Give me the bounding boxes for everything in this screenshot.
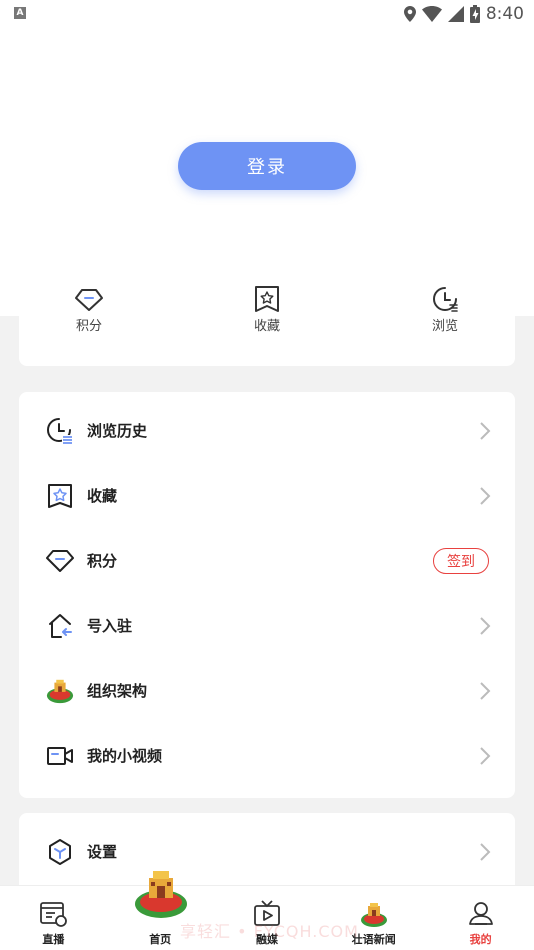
star-bookmark-icon	[255, 286, 279, 312]
menu-item-label: 收藏	[87, 487, 118, 505]
menu-item-label: 我的小视频	[87, 747, 163, 765]
quick-link-label: 积分	[75, 319, 102, 334]
logo-emblem-icon	[46, 677, 74, 705]
star-bookmark-icon	[46, 482, 74, 510]
menu-item-short-videos[interactable]: 我的小视频	[19, 723, 515, 788]
status-time: 8:40	[485, 4, 524, 24]
menu-card: 浏览历史 收藏 积分 签到 号入驻 组织架构 我的小视频	[19, 392, 515, 798]
login-button[interactable]: 登录	[178, 142, 356, 190]
header-area: A 8:40 登录	[0, 0, 534, 316]
clock-icon	[433, 287, 458, 312]
menu-item-join[interactable]: 号入驻	[19, 593, 515, 658]
tab-label: 我的	[469, 933, 492, 946]
chevron-right-icon	[480, 842, 491, 861]
menu-item-favorites[interactable]: 收藏	[19, 463, 515, 528]
house-arrow-icon	[46, 612, 74, 640]
menu-item-label: 积分	[87, 552, 118, 570]
wifi-icon	[421, 6, 442, 22]
quick-link-points[interactable]: 积分	[0, 284, 178, 344]
menu-item-organization[interactable]: 组织架构	[19, 658, 515, 723]
sign-in-button[interactable]: 签到	[433, 547, 489, 574]
tab-live[interactable]: 直播	[0, 886, 107, 950]
menu-item-label: 设置	[87, 843, 118, 861]
tab-mine[interactable]: 我的	[427, 886, 534, 950]
quick-links: 积分 收藏 浏览	[0, 284, 534, 344]
menu-item-label: 号入驻	[87, 617, 133, 635]
settings-card: 设置	[19, 813, 515, 893]
tab-label: 直播	[42, 933, 65, 946]
menu-item-points[interactable]: 积分 签到	[19, 528, 515, 593]
menu-item-history[interactable]: 浏览历史	[19, 398, 515, 463]
video-camera-icon	[46, 742, 74, 770]
chevron-right-icon	[480, 746, 491, 765]
chevron-right-icon	[480, 616, 491, 635]
diamond-icon	[46, 547, 74, 575]
history-clock-icon	[46, 417, 74, 445]
tab-label: 首页	[149, 933, 172, 946]
chevron-right-icon	[480, 486, 491, 505]
chevron-right-icon	[480, 421, 491, 440]
profile-icon	[468, 902, 493, 925]
quick-link-favorites[interactable]: 收藏	[178, 284, 356, 344]
status-bar: A 8:40	[0, 0, 534, 28]
battery-icon	[469, 5, 480, 23]
home-emblem-icon[interactable]	[133, 868, 189, 922]
watermark: 享轻汇 • FYCQH.COM	[180, 922, 359, 941]
quick-link-label: 浏览	[431, 319, 458, 334]
signal-icon	[447, 6, 464, 22]
diamond-icon	[75, 289, 103, 311]
news-emblem-icon	[360, 903, 387, 927]
quick-link-label: 收藏	[253, 319, 280, 334]
settings-cube-icon	[46, 838, 74, 866]
menu-item-label: 组织架构	[87, 682, 148, 700]
menu-item-settings[interactable]: 设置	[19, 819, 515, 884]
location-icon	[403, 6, 416, 22]
quick-link-browse[interactable]: 浏览	[356, 284, 534, 344]
menu-item-label: 浏览历史	[87, 422, 148, 440]
notification-a-icon: A	[14, 7, 26, 19]
chevron-right-icon	[480, 681, 491, 700]
live-icon	[40, 902, 68, 927]
